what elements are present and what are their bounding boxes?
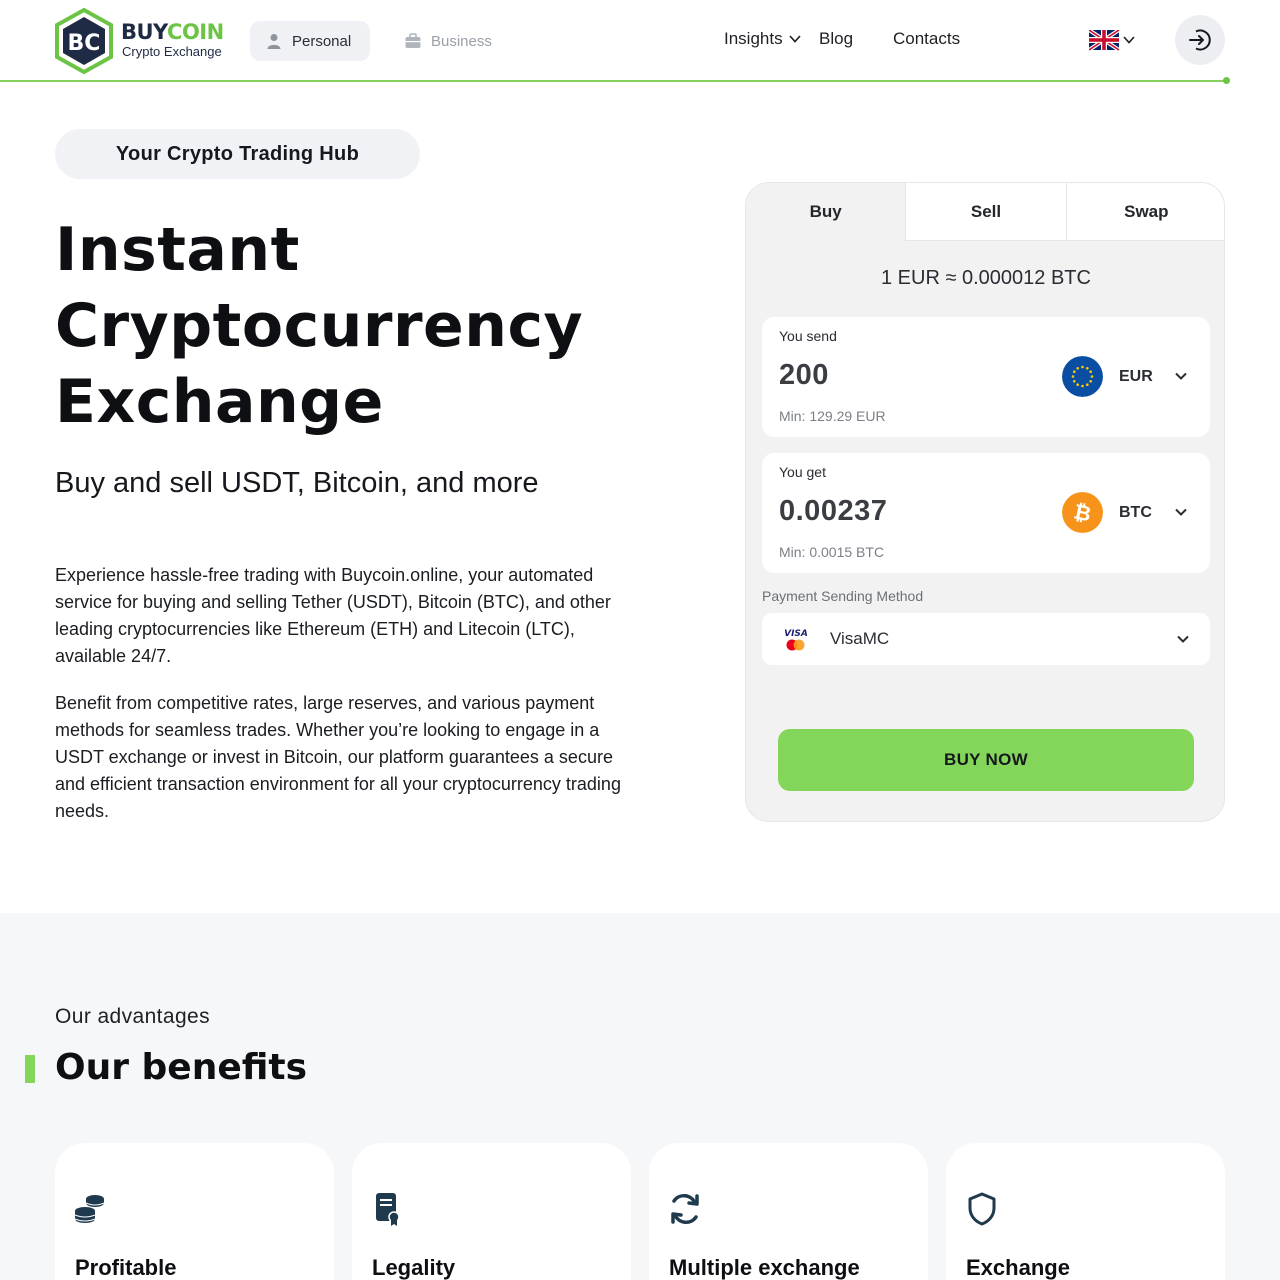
hero-title: Instant Cryptocurrency Exchange xyxy=(55,212,695,440)
benefit-card-multiple-exchange: Multiple exchange xyxy=(649,1143,928,1280)
hero-paragraph-1: Experience hassle-free trading with Buyc… xyxy=(55,565,611,666)
svg-text:VISA: VISA xyxy=(784,629,808,639)
send-currency[interactable]: EUR xyxy=(1119,368,1153,386)
hero-subtitle: Buy and sell USDT, Bitcoin, and more xyxy=(55,467,539,499)
logo-wordmark: BUYCOIN xyxy=(121,20,224,44)
svg-text:BC: BC xyxy=(68,31,101,56)
personal-toggle[interactable]: Personal xyxy=(250,21,370,61)
login-icon xyxy=(1189,29,1211,51)
benefit-card-legality: Legality xyxy=(352,1143,631,1280)
exchange-tabs: Buy Sell Swap xyxy=(746,183,1224,241)
get-field: You get 0.00237 Min: 0.0015 BTC ₿ BTC xyxy=(762,453,1210,573)
hero-title-line-3: Exchange xyxy=(55,367,384,437)
chevron-down-icon xyxy=(1177,635,1189,643)
payment-method-label: Payment Sending Method xyxy=(762,588,924,604)
bitcoin-icon[interactable]: ₿ xyxy=(1062,492,1103,533)
hero-paragraph-2: Benefit from competitive rates, large re… xyxy=(55,693,621,821)
send-minimum: Min: 129.29 EUR xyxy=(779,408,886,424)
shield-icon xyxy=(968,1192,996,1226)
logo-mark-icon: BC xyxy=(55,8,113,74)
chevron-down-icon[interactable] xyxy=(789,34,801,44)
site-header: BC BUYCOIN Crypto Exchange Personal Busi… xyxy=(0,0,1280,84)
benefit-card-exchange: Exchange xyxy=(946,1143,1225,1280)
benefits-eyebrow: Our advantages xyxy=(55,1005,211,1028)
get-label: You get xyxy=(779,464,826,480)
send-amount-input[interactable]: 200 xyxy=(779,359,829,392)
nav-insights[interactable]: Insights xyxy=(724,29,783,49)
uk-flag-icon xyxy=(1087,28,1135,52)
exchange-widget: Buy Sell Swap 1 EUR ≈ 0.000012 BTC You s… xyxy=(745,182,1225,822)
payment-method-value: VisaMC xyxy=(830,629,890,648)
login-button[interactable] xyxy=(1175,15,1225,65)
tab-buy[interactable]: Buy xyxy=(746,183,906,241)
header-divider xyxy=(0,80,1228,82)
language-selector[interactable] xyxy=(1087,28,1135,52)
chevron-down-icon[interactable] xyxy=(1174,371,1188,381)
certificate-icon xyxy=(376,1193,400,1226)
business-label: Business xyxy=(431,32,492,50)
benefits-title: Our benefits xyxy=(55,1047,308,1088)
tab-swap[interactable]: Swap xyxy=(1065,183,1224,241)
benefits-accent-bar xyxy=(25,1055,35,1083)
header-divider-dot xyxy=(1223,77,1230,84)
exchange-rate: 1 EUR ≈ 0.000012 BTC xyxy=(881,267,1091,289)
send-field: You send 200 Min: 129.29 EUR EUR xyxy=(762,317,1210,437)
benefit-title: Profitable xyxy=(75,1255,177,1280)
buy-now-button[interactable]: BUY NOW xyxy=(778,729,1194,791)
benefit-card-profitable: Profitable xyxy=(55,1143,334,1280)
get-amount-input[interactable]: 0.00237 xyxy=(779,495,887,528)
benefit-title: Exchange xyxy=(966,1255,1070,1280)
hero-title-line-2: Cryptocurrency xyxy=(55,291,584,361)
buycoin-logo[interactable]: BC BUYCOIN Crypto Exchange xyxy=(54,8,224,74)
eu-flag-icon[interactable] xyxy=(1062,356,1103,397)
benefit-title: Legality xyxy=(372,1255,456,1280)
benefit-title: Multiple exchange xyxy=(669,1255,860,1280)
get-currency[interactable]: BTC xyxy=(1119,504,1152,522)
nav-contacts[interactable]: Contacts xyxy=(893,29,960,49)
send-label: You send xyxy=(779,328,837,344)
visa-mastercard-icon: VISA xyxy=(784,629,808,651)
benefits-section: Our advantages Our benefits Profitable L… xyxy=(0,913,1280,1280)
business-toggle[interactable]: Business xyxy=(394,21,514,61)
logo-word-buy: BUY xyxy=(121,20,168,44)
tab-sell[interactable]: Sell xyxy=(905,183,1066,241)
nav-blog[interactable]: Blog xyxy=(819,29,853,49)
hero-tagline: Your Crypto Trading Hub xyxy=(55,129,420,179)
hero-title-line-1: Instant xyxy=(55,215,300,285)
briefcase-icon xyxy=(405,33,421,48)
coins-stack-icon xyxy=(74,1195,105,1223)
get-minimum: Min: 0.0015 BTC xyxy=(779,544,885,560)
personal-label: Personal xyxy=(292,32,352,50)
chevron-down-icon[interactable] xyxy=(1174,507,1188,517)
payment-method-select[interactable]: VISA VisaMC xyxy=(762,613,1210,665)
logo-subtitle: Crypto Exchange xyxy=(122,44,222,59)
refresh-icon xyxy=(671,1193,699,1225)
person-icon xyxy=(267,34,281,49)
chevron-down-icon xyxy=(1123,36,1135,44)
logo-word-coin: COIN xyxy=(167,20,224,44)
